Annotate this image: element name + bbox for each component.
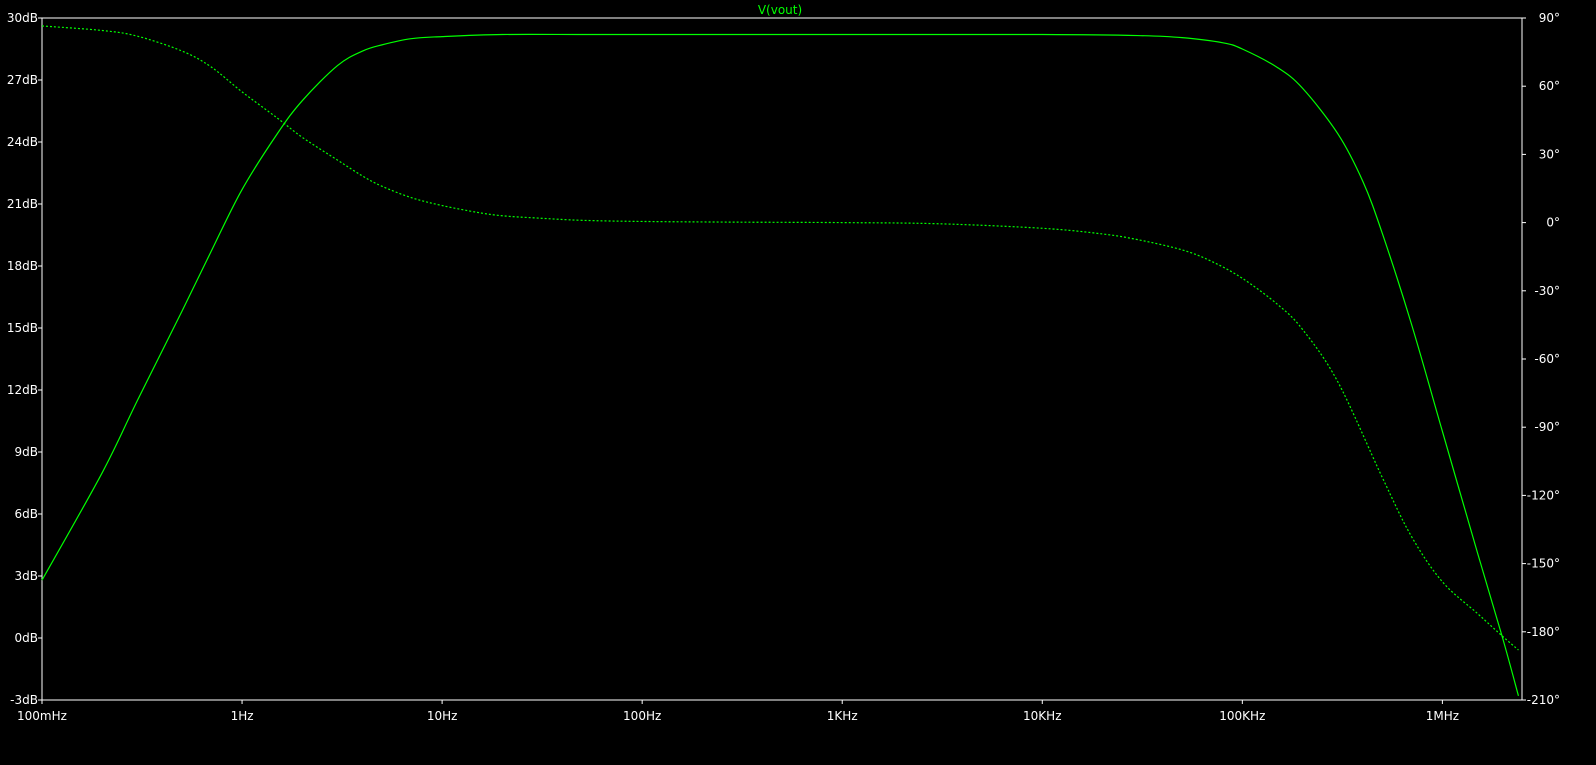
y-left-tick-label: 6dB — [15, 507, 38, 521]
x-tick-label: 1KHz — [827, 709, 858, 723]
y-left-tick-label: 30dB — [7, 11, 38, 25]
y-right-tick-label: -180° — [1527, 625, 1560, 639]
plot-background — [0, 0, 1596, 765]
y-left-tick-label: 27dB — [7, 73, 38, 87]
y-right-tick-label: -120° — [1527, 488, 1560, 502]
y-right-tick-label: -150° — [1527, 557, 1560, 571]
y-left-tick-label: 21dB — [7, 197, 38, 211]
y-left-tick-label: -3dB — [10, 693, 38, 707]
y-right-tick-label: 30° — [1539, 147, 1560, 161]
bode-plot: V(vout) 100mHz 1Hz 10Hz 100Hz 1KHz 10KHz 100KH… — [0, 0, 1596, 765]
y-right-tick-label: -60° — [1534, 352, 1560, 366]
x-tick-label: 10KHz — [1023, 709, 1061, 723]
x-tick-label: 1MHz — [1426, 709, 1459, 723]
y-right-tick-label: -30° — [1534, 284, 1560, 298]
x-tick-label: 100mHz — [17, 709, 67, 723]
y-left-tick-label: 12dB — [7, 383, 38, 397]
y-left-tick-label: 24dB — [7, 135, 38, 149]
y-left-tick-label: 15dB — [7, 321, 38, 335]
x-tick-label: 100KHz — [1219, 709, 1265, 723]
y-right-tick-label: -210° — [1527, 693, 1560, 707]
y-left-tick-label: 0dB — [15, 631, 38, 645]
chart-title: V(vout) — [758, 3, 802, 17]
y-right-tick-label: 60° — [1539, 79, 1560, 93]
y-left-tick-label: 18dB — [7, 259, 38, 273]
x-tick-label: 1Hz — [231, 709, 254, 723]
y-right-tick-label: 0° — [1546, 216, 1560, 230]
x-tick-label: 10Hz — [427, 709, 458, 723]
x-tick-label: 100Hz — [623, 709, 661, 723]
y-left-tick-label: 3dB — [15, 569, 38, 583]
y-left-tick-label: 9dB — [15, 445, 38, 459]
y-right-tick-label: 90° — [1539, 11, 1560, 25]
y-right-tick-label: -90° — [1534, 420, 1560, 434]
